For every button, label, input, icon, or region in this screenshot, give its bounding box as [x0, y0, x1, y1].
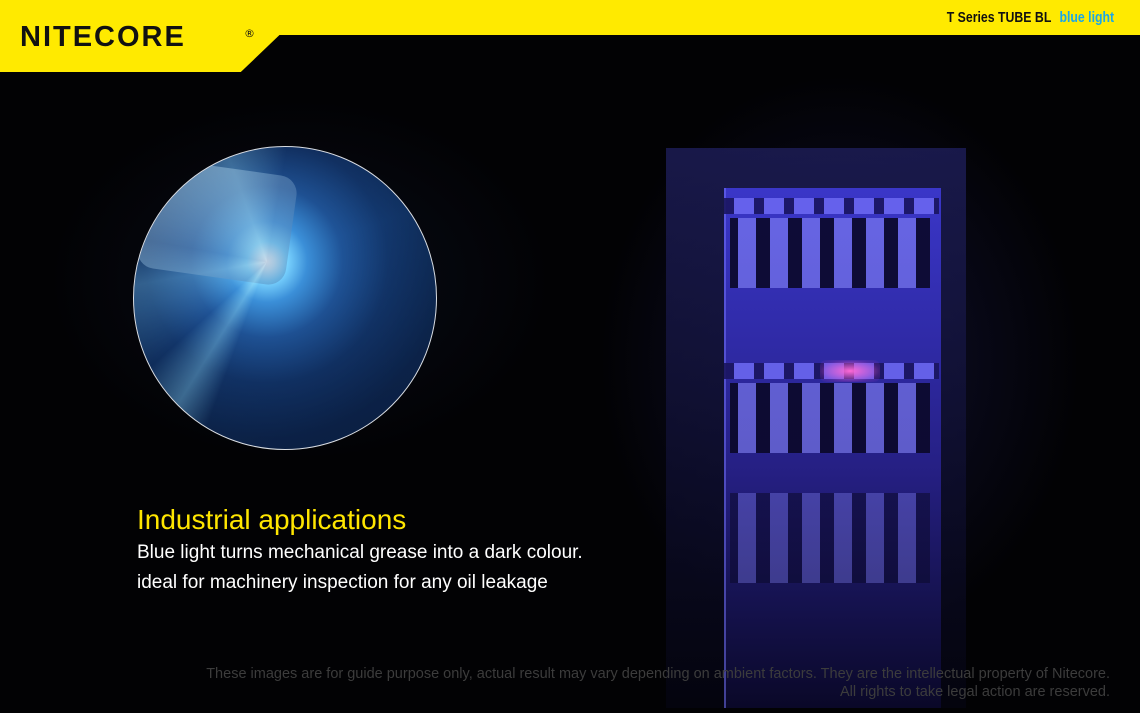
- feature-description-line: Blue light turns mechanical grease into …: [137, 542, 583, 563]
- product-title: T Series TUBE BL blue light: [947, 9, 1114, 26]
- disclaimer-line: All rights to take legal action are rese…: [840, 684, 1110, 700]
- electrical-cabinet-photo: [666, 148, 966, 708]
- disclaimer-line: These images are for guide purpose only,…: [206, 666, 1110, 682]
- breaker-row: [730, 493, 930, 583]
- fluorescent-grease-spot: [820, 360, 880, 382]
- feature-description-line: ideal for machinery inspection for any o…: [137, 572, 548, 593]
- product-variant: blue light: [1059, 9, 1114, 26]
- din-rail: [724, 198, 939, 214]
- light-rays: [134, 147, 436, 449]
- brand-logo: NITECORE: [20, 21, 186, 53]
- product-page: NITECORE ® T Series TUBE BL blue light I…: [0, 0, 1140, 713]
- flashlight-closeup-inset: [133, 146, 437, 450]
- breaker-row: [730, 218, 930, 288]
- product-series: T Series: [946, 9, 995, 26]
- disclaimer: These images are for guide purpose only,…: [206, 665, 1110, 701]
- registered-mark: ®: [244, 27, 255, 40]
- product-name: TUBE BL: [997, 9, 1051, 26]
- feature-title: Industrial applications: [137, 504, 407, 535]
- breaker-row: [730, 383, 930, 453]
